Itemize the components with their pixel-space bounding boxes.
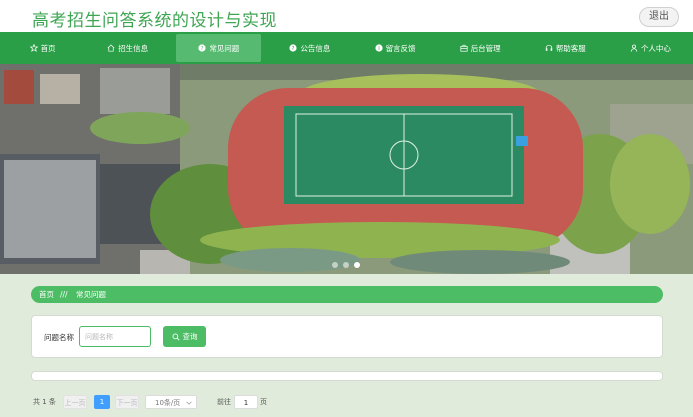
goto-page-input[interactable]: 1 [234,395,258,409]
nav-label: 招生信息 [118,43,149,53]
breadcrumb: 首页 /// 常见问题 [31,286,663,303]
site-title: 高考招生问答系统的设计与实现 [32,11,277,31]
home-icon [107,44,115,52]
breadcrumb-separator: /// [60,290,68,299]
user-icon [630,44,638,52]
carousel-dot[interactable] [343,262,349,268]
question-list [31,371,663,381]
page-size-select[interactable]: 10条/页 [145,395,197,409]
star-icon [29,44,38,52]
page-number-current[interactable]: 1 [94,395,110,409]
campus-aerial-image [0,64,693,274]
nav-label: 常见问题 [209,43,240,53]
carousel-indicators [332,262,360,268]
nav-item-profile[interactable]: 个人中心 [608,32,693,64]
nav-label: 首页 [40,43,56,53]
search-icon [172,333,180,341]
nav-label: 公告信息 [300,43,331,53]
carousel-dot[interactable] [332,262,338,268]
nav-label: 帮助客服 [555,43,586,53]
goto-label: 前往 [217,398,231,406]
nav-label: 后台管理 [470,43,501,53]
search-panel: 问题名称 查询 [31,315,663,358]
main-nav: 首页 招生信息 ? 常见问题 ? 公告信息 i 留言反馈 后台管理 帮助客服 个… [0,32,693,64]
question-name-input[interactable] [79,326,151,347]
breadcrumb-current: 常见问题 [76,290,106,299]
svg-text:?: ? [292,46,295,52]
search-button[interactable]: 查询 [163,326,206,347]
chevron-down-icon [186,401,192,405]
briefcase-icon [460,44,468,52]
header: 高考招生问答系统的设计与实现 退出 [0,0,693,32]
logout-button[interactable]: 退出 [639,7,679,27]
prev-page-button[interactable]: 上一页 [63,395,87,409]
nav-item-faq[interactable]: ? 常见问题 [176,34,262,62]
svg-text:?: ? [201,46,204,52]
search-button-label: 查询 [182,332,198,341]
info-icon: ? [289,44,298,52]
banner-carousel[interactable] [0,64,693,274]
headset-icon [545,44,553,51]
message-icon: i [374,44,383,52]
total-count: 共 1 条 [33,398,56,406]
nav-label: 个人中心 [640,43,671,53]
breadcrumb-home[interactable]: 首页 [39,286,54,303]
page-size-value: 10条/页 [155,399,181,407]
carousel-dot-active[interactable] [354,262,360,268]
nav-item-support[interactable]: 帮助客服 [523,32,608,64]
nav-label: 留言反馈 [385,43,416,53]
nav-item-home[interactable]: 首页 [0,32,85,64]
question-icon: ? [198,44,206,52]
next-page-button[interactable]: 下一页 [115,395,139,409]
nav-item-announcements[interactable]: ? 公告信息 [267,32,352,64]
search-label: 问题名称 [44,333,74,342]
nav-item-admissions[interactable]: 招生信息 [85,32,170,64]
nav-item-feedback[interactable]: i 留言反馈 [353,32,438,64]
page-suffix: 页 [260,398,267,406]
nav-item-admin[interactable]: 后台管理 [438,32,523,64]
